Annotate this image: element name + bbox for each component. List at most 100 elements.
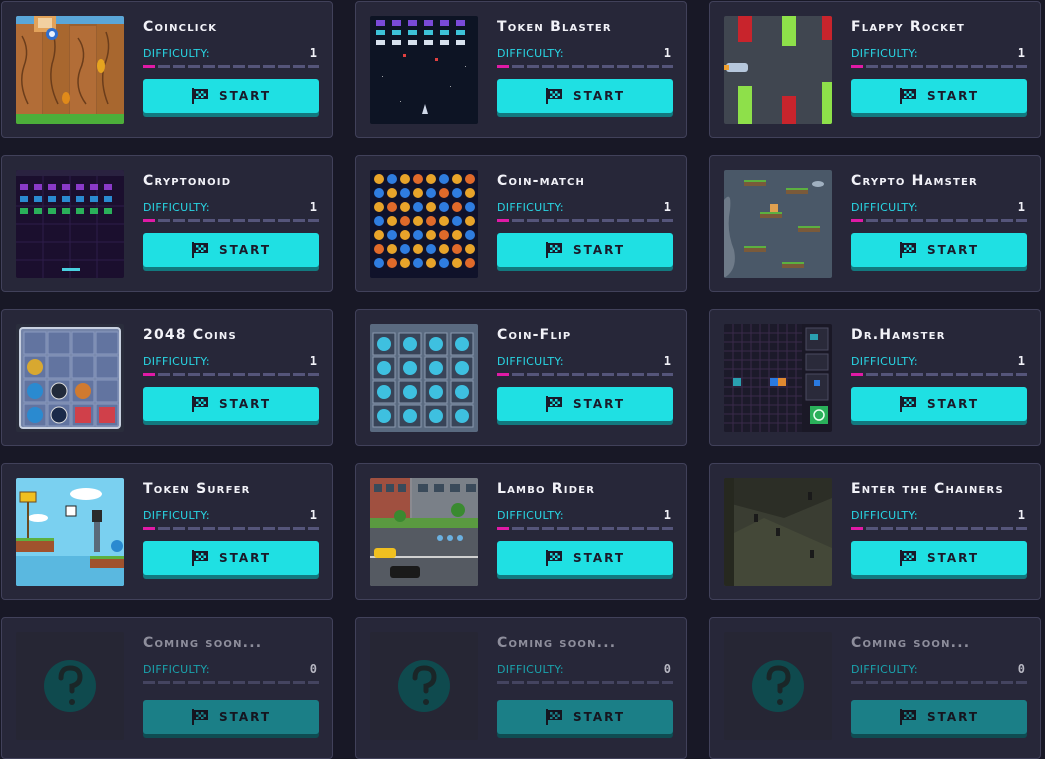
- game-thumbnail[interactable]: [370, 16, 478, 124]
- difficulty-label: DIFFICULTY:: [143, 201, 210, 214]
- difficulty-bar: [143, 373, 319, 376]
- game-card-coin-flip: Coin-Flip DIFFICULTY: 1 START: [355, 309, 687, 446]
- start-button-label: START: [926, 710, 980, 724]
- start-button[interactable]: START: [851, 233, 1027, 267]
- checkered-flag-icon: [899, 709, 916, 725]
- games-grid: Coinclick DIFFICULTY: 1 START Token Blas…: [0, 0, 1045, 759]
- start-button-disabled[interactable]: START: [497, 700, 673, 734]
- difficulty-value: 1: [663, 508, 671, 522]
- game-title: Coin-Flip: [497, 327, 572, 343]
- difficulty-label: DIFFICULTY:: [851, 355, 918, 368]
- difficulty-label: DIFFICULTY:: [851, 201, 918, 214]
- game-thumbnail[interactable]: [370, 478, 478, 586]
- difficulty-value: 1: [309, 200, 317, 214]
- game-thumbnail: [16, 632, 124, 740]
- game-title: Lambo Rider: [497, 481, 596, 497]
- difficulty-bar: [497, 681, 673, 684]
- start-button-label: START: [218, 551, 272, 565]
- game-thumbnail[interactable]: [16, 324, 124, 432]
- checkered-flag-icon: [899, 242, 916, 258]
- difficulty-label: DIFFICULTY:: [143, 47, 210, 60]
- start-button[interactable]: START: [851, 541, 1027, 575]
- difficulty-bar: [143, 219, 319, 222]
- start-button-label: START: [572, 551, 626, 565]
- checkered-flag-icon: [545, 709, 562, 725]
- game-thumbnail: [724, 632, 832, 740]
- difficulty-bar-fill: [497, 65, 510, 68]
- start-button-label: START: [572, 243, 626, 257]
- game-thumbnail[interactable]: [16, 170, 124, 278]
- game-thumbnail[interactable]: [724, 16, 832, 124]
- difficulty-bar: [143, 527, 319, 530]
- difficulty-value: 0: [1017, 662, 1025, 676]
- checkered-flag-icon: [191, 88, 208, 104]
- difficulty-label: DIFFICULTY:: [143, 509, 210, 522]
- game-card-token-blaster: Token Blaster DIFFICULTY: 1 START: [355, 1, 687, 138]
- difficulty-label: DIFFICULTY:: [497, 355, 564, 368]
- game-thumbnail[interactable]: [16, 478, 124, 586]
- difficulty-value: 1: [1017, 354, 1025, 368]
- start-button-label: START: [926, 89, 980, 103]
- difficulty-value: 1: [1017, 508, 1025, 522]
- start-button[interactable]: START: [497, 79, 673, 113]
- start-button-disabled[interactable]: START: [851, 700, 1027, 734]
- difficulty-bar: [851, 65, 1027, 68]
- checkered-flag-icon: [191, 709, 208, 725]
- difficulty-bar: [497, 373, 673, 376]
- game-thumbnail[interactable]: [724, 324, 832, 432]
- game-title: Token Surfer: [143, 481, 251, 497]
- difficulty-bar-fill: [497, 527, 510, 530]
- checkered-flag-icon: [191, 550, 208, 566]
- start-button[interactable]: START: [143, 79, 319, 113]
- checkered-flag-icon: [545, 396, 562, 412]
- difficulty-value: 0: [309, 662, 317, 676]
- game-title: Coinclick: [143, 19, 218, 35]
- checkered-flag-icon: [191, 242, 208, 258]
- start-button[interactable]: START: [851, 79, 1027, 113]
- start-button-disabled[interactable]: START: [143, 700, 319, 734]
- game-title: Coming soon...: [143, 635, 263, 651]
- start-button[interactable]: START: [497, 233, 673, 267]
- game-card-coin-match: Coin-match DIFFICULTY: 1 START: [355, 155, 687, 292]
- game-card-flappy-rocket: Flappy Rocket DIFFICULTY: 1 START: [709, 1, 1041, 138]
- game-thumbnail[interactable]: [16, 16, 124, 124]
- checkered-flag-icon: [545, 550, 562, 566]
- difficulty-bar: [851, 681, 1027, 684]
- difficulty-value: 1: [663, 46, 671, 60]
- start-button-label: START: [926, 551, 980, 565]
- start-button-label: START: [218, 89, 272, 103]
- game-thumbnail[interactable]: [724, 478, 832, 586]
- difficulty-label: DIFFICULTY:: [497, 201, 564, 214]
- difficulty-bar-fill: [851, 373, 864, 376]
- difficulty-value: 1: [309, 354, 317, 368]
- start-button-label: START: [926, 397, 980, 411]
- game-title: Coin-match: [497, 173, 586, 189]
- start-button[interactable]: START: [497, 387, 673, 421]
- difficulty-bar-fill: [143, 65, 156, 68]
- game-thumbnail[interactable]: [370, 324, 478, 432]
- start-button[interactable]: START: [497, 541, 673, 575]
- difficulty-label: DIFFICULTY:: [497, 663, 564, 676]
- start-button[interactable]: START: [851, 387, 1027, 421]
- difficulty-bar-fill: [851, 219, 864, 222]
- difficulty-bar-fill: [497, 219, 510, 222]
- start-button[interactable]: START: [143, 541, 319, 575]
- game-card-enter-the-chainers: Enter the Chainers DIFFICULTY: 1 START: [709, 463, 1041, 600]
- start-button[interactable]: START: [143, 233, 319, 267]
- start-button-label: START: [926, 243, 980, 257]
- checkered-flag-icon: [545, 242, 562, 258]
- game-title: Token Blaster: [497, 19, 612, 35]
- game-thumbnail[interactable]: [370, 170, 478, 278]
- game-thumbnail: [370, 632, 478, 740]
- difficulty-value: 1: [663, 200, 671, 214]
- game-title: Flappy Rocket: [851, 19, 966, 35]
- game-card-dr-hamster: Dr.Hamster DIFFICULTY: 1 START: [709, 309, 1041, 446]
- game-title: Dr.Hamster: [851, 327, 946, 343]
- start-button[interactable]: START: [143, 387, 319, 421]
- start-button-label: START: [572, 89, 626, 103]
- difficulty-label: DIFFICULTY:: [851, 663, 918, 676]
- difficulty-value: 0: [663, 662, 671, 676]
- game-thumbnail[interactable]: [724, 170, 832, 278]
- difficulty-bar: [497, 527, 673, 530]
- difficulty-label: DIFFICULTY:: [143, 355, 210, 368]
